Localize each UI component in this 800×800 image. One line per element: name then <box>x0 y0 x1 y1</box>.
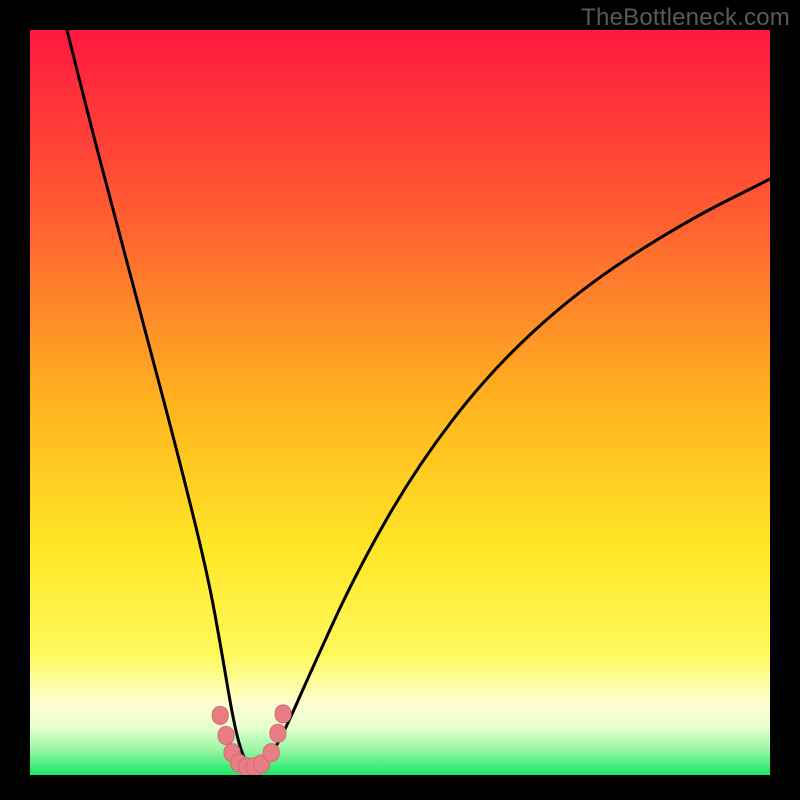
marker-dot <box>263 744 279 762</box>
watermark-text: TheBottleneck.com <box>581 4 790 32</box>
marker-dot <box>212 706 228 724</box>
marker-dot <box>270 724 286 742</box>
marker-dot <box>275 705 291 723</box>
chart-svg <box>30 30 770 775</box>
gradient-background <box>30 30 770 775</box>
plot-area <box>30 30 770 775</box>
chart-container: TheBottleneck.com <box>0 0 800 800</box>
marker-dot <box>218 727 234 745</box>
